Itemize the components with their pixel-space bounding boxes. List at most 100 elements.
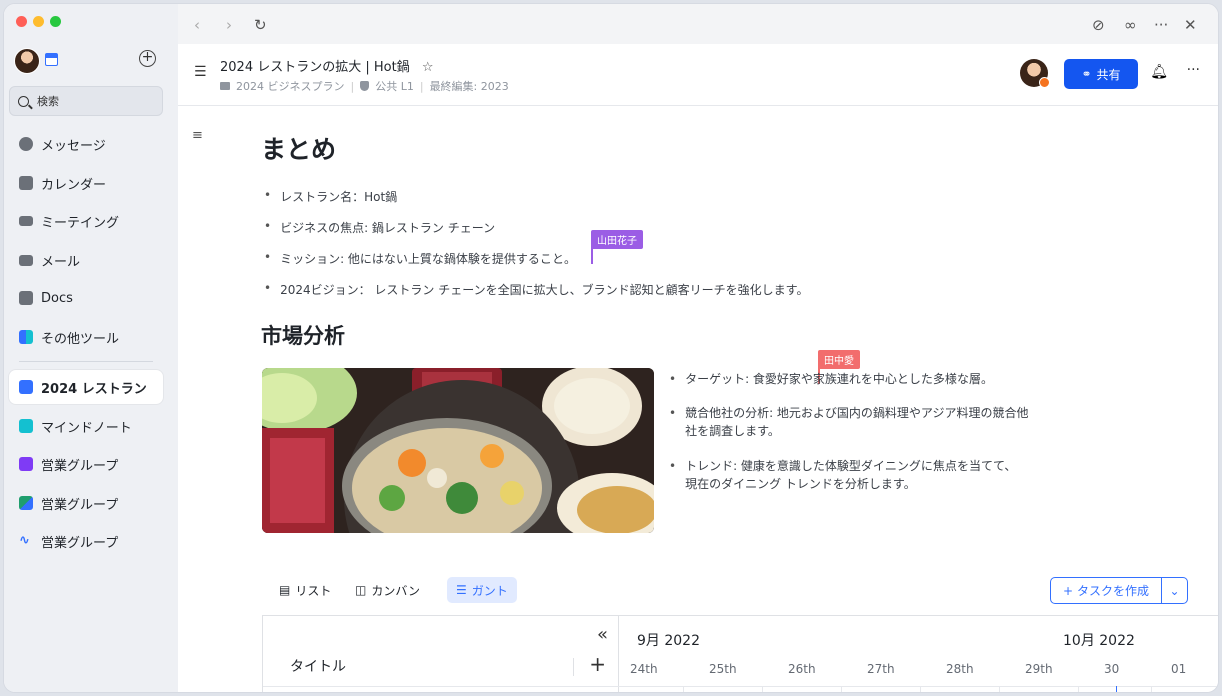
sidebar-item-calendar[interactable]: カレンダー xyxy=(9,166,163,200)
share-button[interactable]: ⚭ 共有 xyxy=(1064,59,1138,89)
collapse-icon[interactable]: « xyxy=(597,624,608,645)
shield-icon xyxy=(360,81,370,91)
back-icon[interactable]: ‹ xyxy=(194,16,200,34)
sidebar-item-label: メッセージ xyxy=(41,138,106,154)
sidebar-item-label: 営業グループ xyxy=(41,535,119,551)
sidebar-item-messages[interactable]: メッセージ xyxy=(9,127,163,161)
gantt-day-label: 01 xyxy=(1171,662,1187,676)
close-icon[interactable]: ✕ xyxy=(1184,16,1197,34)
gantt-grid-line xyxy=(683,686,684,692)
forward-icon[interactable]: › xyxy=(226,16,232,34)
more-icon[interactable]: ··· xyxy=(1154,16,1168,34)
calendar-status-icon[interactable] xyxy=(45,53,58,66)
create-task-button[interactable]: + タスクを作成 ⌄ xyxy=(1050,577,1188,604)
tab-label: ガント xyxy=(471,583,508,598)
share-label: 共有 xyxy=(1096,67,1121,82)
app-window: + 検索 メッセージ カレンダー ミーテイング メール Docs その他ツール xyxy=(3,3,1219,693)
column-divider xyxy=(573,658,574,676)
sidebar-item-label: メール xyxy=(41,254,81,270)
collaborator-tag: 田中愛 xyxy=(818,350,860,369)
gantt-month-label: 10月 2022 xyxy=(1063,633,1135,649)
gantt-grid-line xyxy=(762,686,763,692)
gantt-day-label: 24th xyxy=(630,662,658,676)
sidebar-item-label: 2024 レストラン xyxy=(41,381,147,397)
close-window-button[interactable] xyxy=(16,16,27,27)
video-camera-icon xyxy=(19,216,33,226)
minimize-window-button[interactable] xyxy=(33,16,44,27)
tab-gantt[interactable]: ☰ ガント xyxy=(447,577,517,603)
summary-heading: まとめ xyxy=(261,135,337,164)
search-icon xyxy=(18,95,29,107)
hotpot-image xyxy=(262,368,654,533)
link-icon: ⚭ xyxy=(1081,67,1092,81)
sidebar-item-more-tools[interactable]: その他ツール xyxy=(9,320,163,354)
sidebar-item-mail[interactable]: メール xyxy=(9,243,163,277)
sidebar-item-docs[interactable]: Docs xyxy=(9,281,163,315)
sidebar-item-sales-group-2[interactable]: 営業グループ xyxy=(9,486,163,520)
sidebar-item-sales-group-3[interactable]: ∿ 営業グループ xyxy=(9,524,163,558)
meta-divider: | xyxy=(419,79,424,93)
list-item: ミッション: 他にはない上質な鍋体験を提供すること。 xyxy=(264,250,576,267)
mail-icon xyxy=(19,254,33,266)
tab-kanban[interactable]: ◫ カンバン xyxy=(346,577,429,603)
gantt-day-label: 30 xyxy=(1104,662,1120,676)
outline-icon[interactable]: ≡ xyxy=(192,128,203,143)
sidebar-item-label: マインドノート xyxy=(41,420,132,436)
link-icon[interactable]: ∞ xyxy=(1124,16,1137,34)
meta-folder[interactable]: 2024 ビジネスプラン xyxy=(236,78,345,94)
list-item: 2024ビジョン： レストラン チェーンを全国に拡大し、ブランド認知と顧客リーチ… xyxy=(264,281,808,298)
sidebar-item-sales-group-1[interactable]: 営業グループ xyxy=(9,447,163,481)
meta-divider: | xyxy=(350,79,355,93)
plus-icon: + xyxy=(1062,583,1074,598)
sidebar-item-meetings[interactable]: ミーテイング xyxy=(9,204,163,238)
create-task-main[interactable]: + タスクを作成 xyxy=(1051,578,1162,603)
list-item: 競合他社の分析: 地元および国内の鍋料理やアジア料理の競合他社を調査します。 xyxy=(669,404,1031,440)
sidebar-item-label: ミーテイング xyxy=(41,215,120,231)
tab-label: カンバン xyxy=(371,583,420,598)
doc-title[interactable]: 2024 レストランの拡大 | Hot鍋 ☆ xyxy=(220,56,433,75)
doc-body: ≡ まとめ レストラン名：Hot鍋 ビジネスの焦点: 鍋レストラン チェーン ミ… xyxy=(178,106,1218,692)
list-doc-icon xyxy=(19,457,33,471)
doc-title-text: 2024 レストランの拡大 | Hot鍋 xyxy=(220,60,410,75)
sidebar-item-2024-restaurant[interactable]: 2024 レストラン xyxy=(9,370,163,404)
tab-label: リスト xyxy=(295,583,332,598)
toggle-sidebar-icon[interactable]: ☰ xyxy=(194,64,207,80)
more-options-icon[interactable]: ··· xyxy=(1187,62,1200,78)
bullet-text: レストラン名：Hot鍋 xyxy=(280,190,398,204)
today-marker xyxy=(1116,686,1117,692)
reload-icon[interactable]: ↻ xyxy=(254,16,267,34)
chevron-down-icon[interactable]: ⌄ xyxy=(1162,578,1187,603)
calendar-icon xyxy=(19,176,33,190)
bullet-text: トレンド: 健康を意識した体験型ダイニングに焦点を当てて、現在のダイニング トレ… xyxy=(685,459,1017,491)
gantt-day-label: 29th xyxy=(1025,662,1053,676)
window-controls xyxy=(16,16,61,27)
gantt-grid-line xyxy=(920,686,921,692)
user-avatar[interactable] xyxy=(14,48,40,74)
maximize-window-button[interactable] xyxy=(50,16,61,27)
gantt-chart: « タイトル + 9月 2022 10月 2022 24th 25th 26th… xyxy=(262,615,1218,692)
add-circle-icon[interactable]: + xyxy=(139,50,156,67)
compass-icon[interactable]: ⊘ xyxy=(1092,16,1105,34)
bell-icon[interactable]: 🔔︎ xyxy=(1150,64,1168,80)
add-task-icon[interactable]: + xyxy=(589,652,606,676)
sidebar-item-label: 営業グループ xyxy=(41,497,119,513)
search-input[interactable]: 検索 xyxy=(9,86,163,116)
tab-list[interactable]: ▤ リスト xyxy=(270,577,340,603)
gantt-title-header: タイトル xyxy=(290,659,346,675)
mindnote-icon xyxy=(19,419,33,433)
sidebar-item-label: カレンダー xyxy=(41,177,107,193)
collaborator-avatar[interactable] xyxy=(1020,59,1050,88)
sidebar-divider xyxy=(19,361,153,362)
whiteboard-icon: ∿ xyxy=(19,533,30,548)
list-item: ターゲット: 食愛好家や家族連れを中心とした多様な層。 xyxy=(669,370,1019,388)
bullet-text: ターゲット: 食愛好家や家族連れを中心とした多様な層。 xyxy=(685,372,993,386)
sidebar-item-mindnote[interactable]: マインドノート xyxy=(9,409,163,443)
gantt-day-label: 27th xyxy=(867,662,895,676)
bullet-text: 競合他社の分析: 地元および国内の鍋料理やアジア料理の競合他社を調査します。 xyxy=(685,406,1029,438)
doc-icon xyxy=(19,380,33,394)
search-placeholder: 検索 xyxy=(37,95,59,108)
meta-access[interactable]: 公共 L1 xyxy=(375,78,414,94)
star-icon[interactable]: ☆ xyxy=(422,60,434,75)
gantt-grid-line xyxy=(1151,686,1152,692)
list-item: レストラン名：Hot鍋 xyxy=(264,188,397,205)
